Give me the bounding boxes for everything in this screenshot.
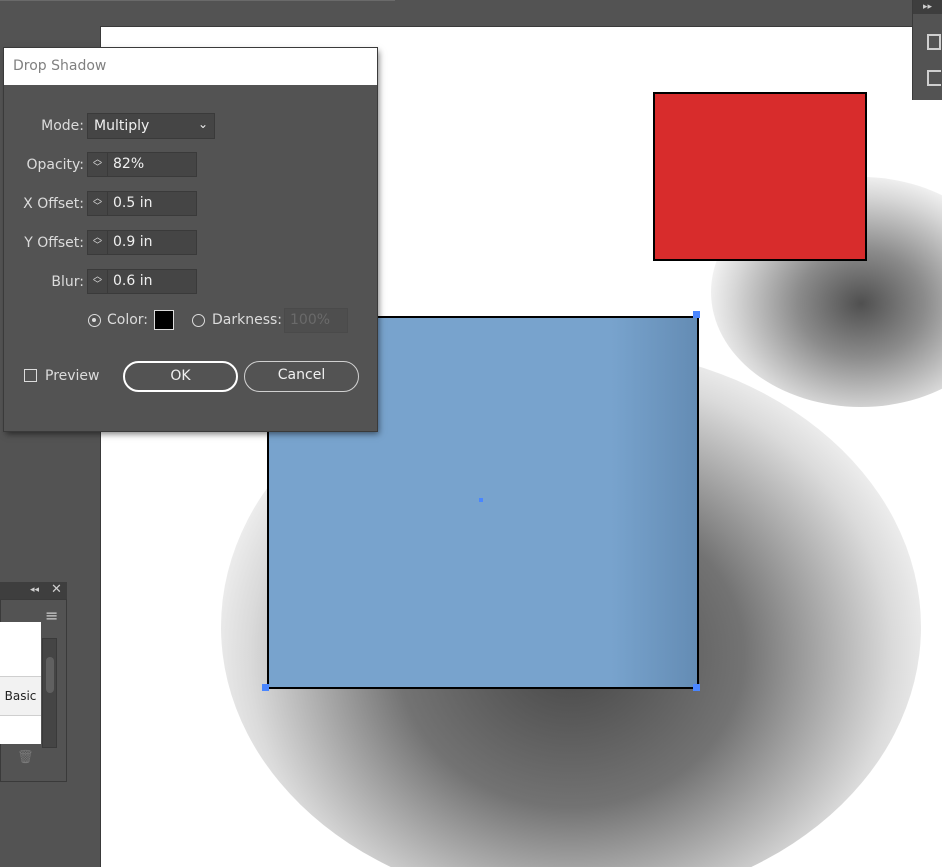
cancel-button[interactable]: Cancel	[244, 361, 359, 392]
selection-center-point	[479, 498, 483, 502]
radio-selected-dot	[92, 318, 96, 322]
y-offset-field[interactable]: ︿ ﹀ 0.9 in	[87, 230, 197, 255]
opacity-field[interactable]: ︿ ﹀ 82%	[87, 152, 197, 177]
export-icon[interactable]	[927, 70, 941, 86]
shadow-color-swatch[interactable]	[154, 310, 174, 330]
color-radio[interactable]	[88, 314, 101, 327]
panel-scrollbar[interactable]	[42, 638, 57, 748]
arrange-documents-icon[interactable]	[927, 34, 941, 50]
close-icon[interactable]: ✕	[51, 581, 62, 598]
graphic-styles-panel: ◂◂ ✕ ≡ Basic 🗑	[0, 582, 67, 782]
x-offset-value[interactable]: 0.5 in	[113, 195, 152, 211]
y-offset-value[interactable]: 0.9 in	[113, 234, 152, 250]
mode-dropdown[interactable]: Multiply ⌄	[87, 113, 215, 139]
workspace-top-strip	[0, 0, 912, 26]
double-chevron-icon[interactable]: ◂◂	[30, 582, 39, 599]
blur-field[interactable]: ︿ ﹀ 0.6 in	[87, 269, 197, 294]
up-down-chevrons-icon[interactable]: ︿ ﹀	[88, 231, 108, 254]
color-label: Color:	[107, 312, 149, 328]
double-chevron-icon[interactable]: ▸▸	[913, 0, 942, 14]
darkness-field: 100%	[284, 308, 348, 333]
ok-button[interactable]: OK	[123, 361, 238, 392]
right-docked-panel: ▸▸	[912, 0, 942, 100]
selection-handle-top-right[interactable]	[693, 311, 700, 318]
y-offset-label: Y Offset:	[24, 235, 84, 251]
selection-handle-bottom-left[interactable]	[262, 684, 269, 691]
top-divider	[0, 0, 395, 1]
darkness-radio[interactable]	[192, 314, 205, 327]
list-item[interactable]: Basic	[0, 676, 41, 716]
chevron-down-icon: ⌄	[197, 117, 208, 131]
preview-checkbox[interactable]	[24, 369, 37, 382]
blur-value[interactable]: 0.6 in	[113, 273, 152, 289]
up-down-chevrons-icon[interactable]: ︿ ﹀	[88, 270, 108, 293]
x-offset-field[interactable]: ︿ ﹀ 0.5 in	[87, 191, 197, 216]
opacity-value[interactable]: 82%	[113, 156, 144, 172]
scroll-thumb[interactable]	[46, 657, 54, 693]
preview-label[interactable]: Preview	[45, 368, 100, 384]
selection-handle-bottom-right[interactable]	[693, 684, 700, 691]
up-down-chevrons-icon[interactable]: ︿ ﹀	[88, 192, 108, 215]
dialog-title: Drop Shadow	[4, 48, 377, 85]
drop-shadow-dialog: Drop Shadow Mode: Multiply ⌄ Opacity: ︿ ﹀…	[4, 48, 377, 431]
trash-icon[interactable]: 🗑	[17, 750, 34, 765]
darkness-label: Darkness:	[212, 312, 283, 328]
mode-label: Mode:	[41, 118, 84, 134]
x-offset-label: X Offset:	[23, 196, 84, 212]
up-down-chevrons-icon[interactable]: ︿ ﹀	[88, 153, 108, 176]
opacity-label: Opacity:	[26, 157, 84, 173]
panel-header: ◂◂ ✕	[0, 582, 67, 599]
blur-label: Blur:	[51, 274, 84, 290]
hamburger-menu-icon[interactable]: ≡	[45, 606, 58, 625]
red-rectangle[interactable]	[653, 92, 867, 261]
mode-value: Multiply	[94, 118, 150, 134]
